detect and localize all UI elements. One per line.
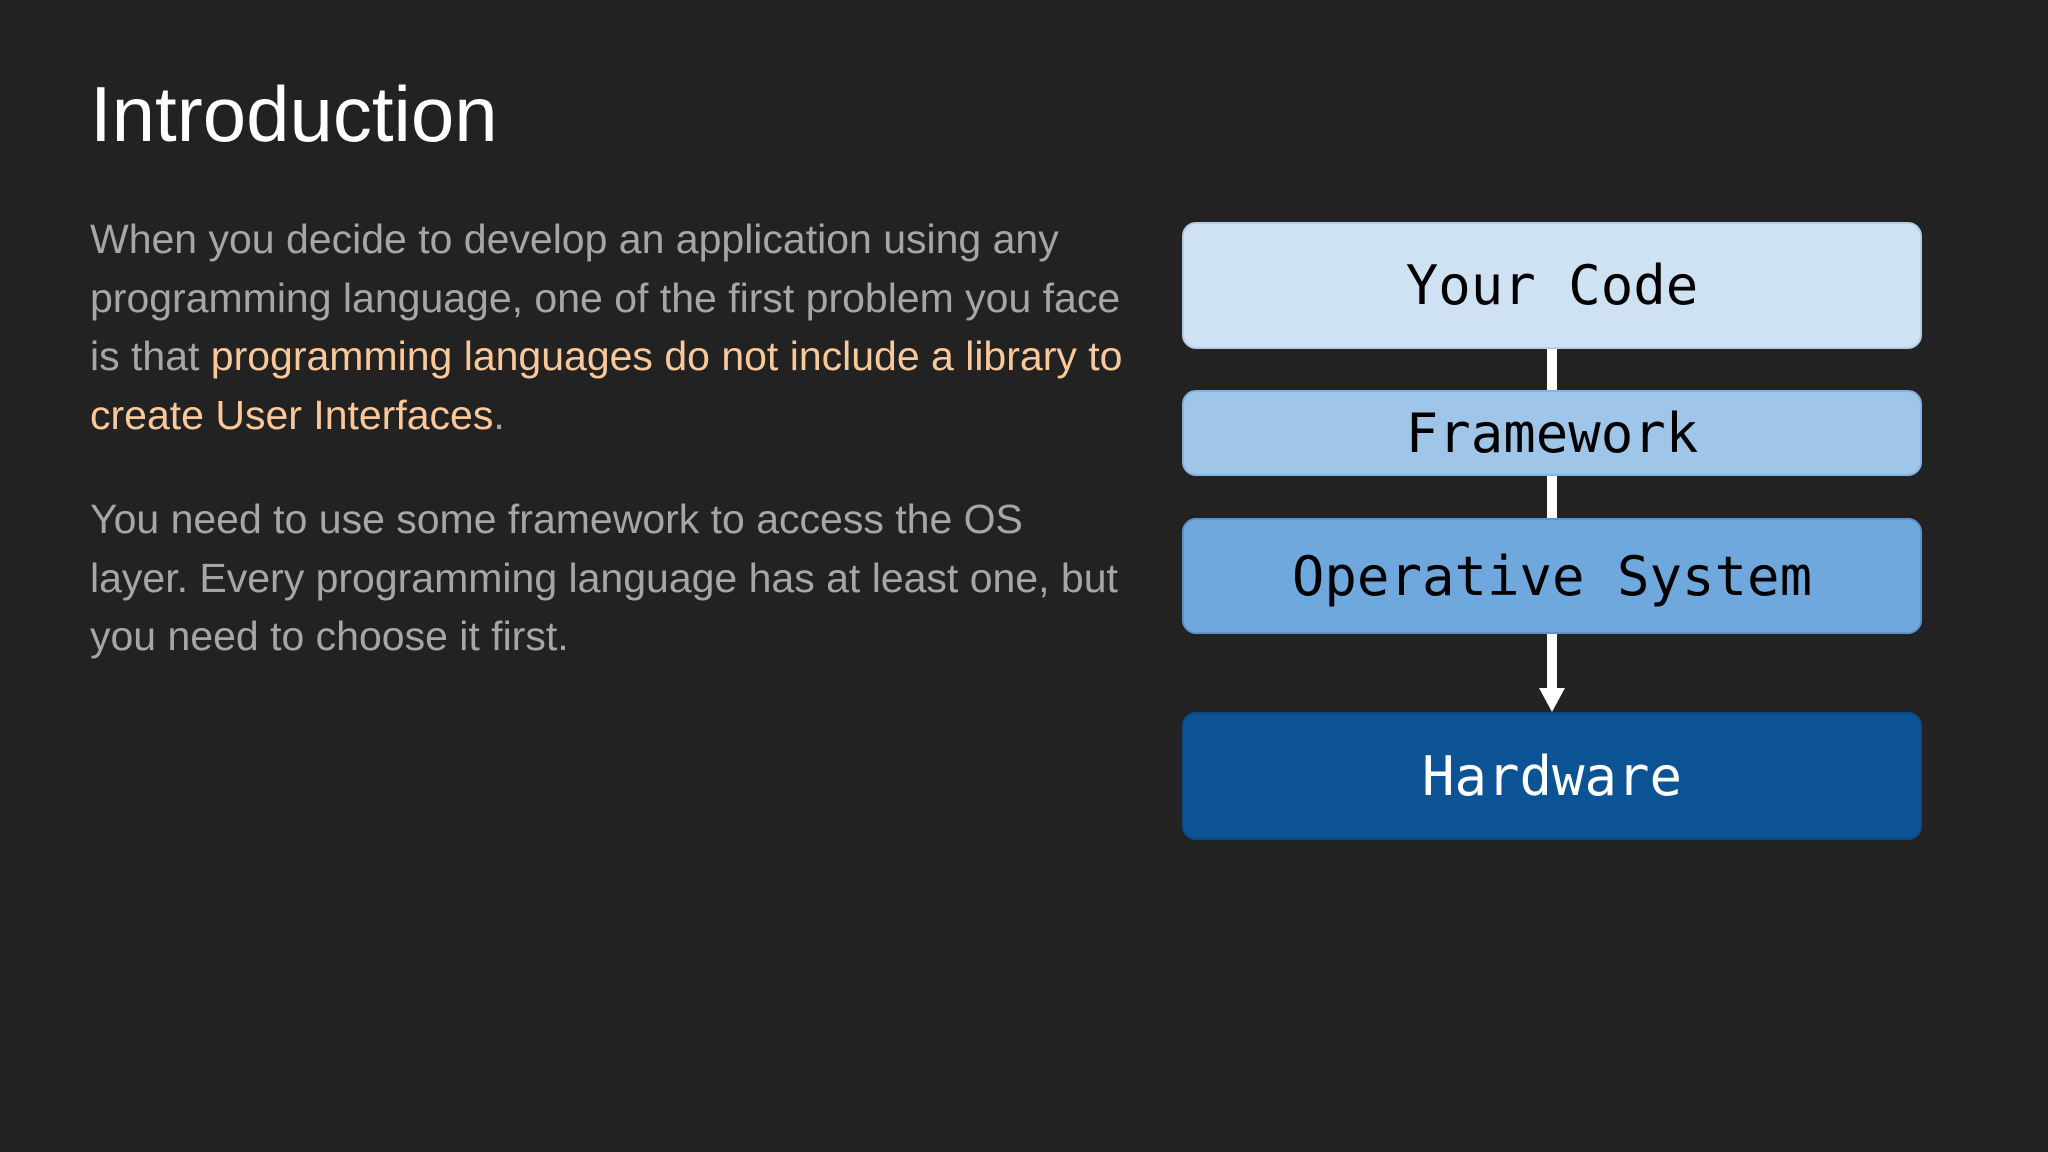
connector-line <box>1547 476 1557 518</box>
slide-title: Introduction <box>90 70 498 158</box>
arrow-down-icon <box>1539 688 1565 712</box>
arrow-line <box>1547 634 1557 692</box>
intro-paragraph: When you decide to develop an applicatio… <box>90 210 1130 444</box>
layer-label: Hardware <box>1421 744 1683 808</box>
layer-label: Your Code <box>1405 254 1699 317</box>
layer-label: Framework <box>1405 401 1699 465</box>
intro-text-end: . <box>493 391 505 438</box>
layer-hardware: Hardware <box>1182 712 1922 840</box>
framework-paragraph: You need to use some framework to access… <box>90 496 1118 659</box>
slide: Introduction When you decide to develop … <box>0 0 2048 1152</box>
layer-operative-system: Operative System <box>1182 518 1922 634</box>
connector-line <box>1547 349 1557 390</box>
layer-your-code: Your Code <box>1182 222 1922 349</box>
layer-diagram: Your Code Framework Operative System Har… <box>1182 222 1922 840</box>
highlighted-text: programming languages do not include a l… <box>90 333 1123 438</box>
layer-label: Operative System <box>1291 544 1813 608</box>
layer-framework: Framework <box>1182 390 1922 476</box>
